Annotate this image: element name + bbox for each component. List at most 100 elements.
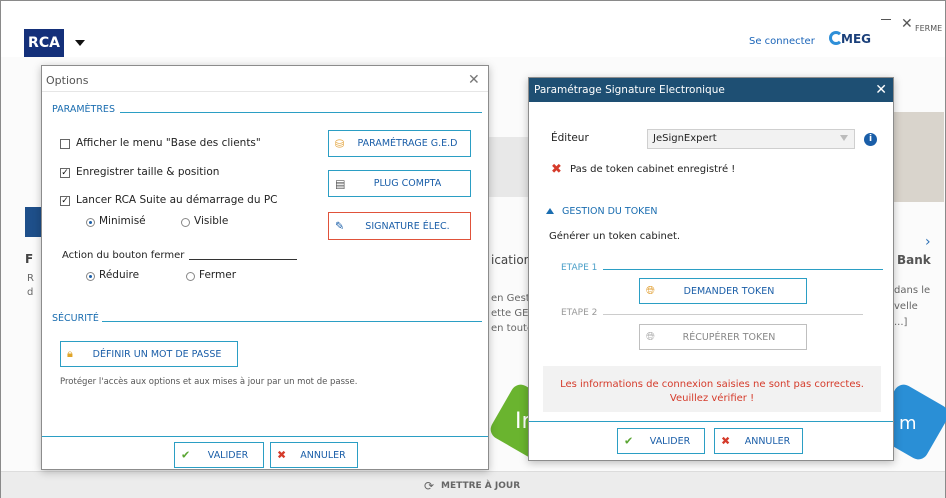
close-icon[interactable]: ✕ [875,82,887,98]
bg-heading-mid: ication [491,253,532,267]
close-icon: ✖ [721,434,731,448]
rca-logo[interactable]: RCA [24,29,64,57]
bg-hex-text: m [899,413,917,434]
editor-select[interactable]: JeSignExpert [647,129,855,149]
valider-button[interactable]: ✔ VALIDER [174,442,264,468]
button-label: RÉCUPÉRER TOKEN [682,331,776,343]
checkbox-label: Enregistrer taille & position [76,166,220,178]
error-message-box: Les informations de connexion saisies ne… [543,366,881,412]
step-2-label: ETAPE 2 [561,308,598,318]
bg-text-line: velle [894,301,918,312]
bg-image [894,112,944,202]
chevron-down-icon[interactable] [75,40,85,46]
bg-heading-right: Bank [897,253,931,267]
checkbox-label: Afficher le menu "Base des clients" [76,137,261,149]
editor-value: JeSignExpert [653,133,717,144]
check-icon: ✔ [181,448,191,462]
radio-label: Fermer [199,269,237,281]
action-label: Action du bouton fermer [62,250,185,261]
demander-token-button[interactable]: 🌐︎ DEMANDER TOKEN [639,278,807,304]
checkbox-lancer-demarrage[interactable]: ✓ [60,196,70,206]
action-divider [189,259,297,260]
meg-logo-text: MEG [841,32,871,46]
globe-lock-icon: 🌐︎ [646,330,655,343]
step-1-label: ETAPE 1 [561,263,598,273]
valider-button[interactable]: ✔ VALIDER [617,428,705,454]
step-divider [603,314,863,315]
radio-fermer[interactable] [186,272,195,281]
radio-reduire[interactable] [86,272,95,281]
recuperer-token-button[interactable]: 🌐︎ RÉCUPÉRER TOKEN [639,324,807,350]
section-divider [102,321,482,322]
update-button[interactable]: METTRE À JOUR [441,481,520,491]
step-divider [603,269,883,270]
bg-text-line: ...] [894,317,908,328]
checkbox-taille-position[interactable]: ✓ [60,168,70,178]
button-label: SIGNATURE ÉLEC. [365,220,450,232]
generate-token-label: Générer un token cabinet. [549,231,681,242]
define-password-button[interactable]: 🔒︎ DÉFINIR UN MOT DE PASSE [60,341,238,367]
error-message-line: Veuillez vérifier ! [669,393,755,404]
bg-text-line: en Gesti [491,293,533,304]
database-gear-icon: ⛁ [335,137,345,150]
section-parametres: PARAMÈTRES [52,104,115,115]
signature-document-icon: ✎ [335,219,345,233]
error-x-icon: ✖ [551,162,562,177]
section-divider [120,112,482,113]
no-token-message: Pas de token cabinet enregistré ! [570,164,736,175]
bg-letter: R [27,273,34,284]
button-label: PARAMÉTRAGE G.E.D [357,138,458,149]
bg-text-line: dans le [894,285,931,296]
button-label: ANNULER [300,449,346,461]
footer-divider [529,421,893,422]
radio-label: Visible [194,215,229,227]
chevron-right-icon[interactable]: › [925,234,931,250]
close-icon[interactable]: ✕ [468,73,480,87]
plug-compta-button[interactable]: ▤ PLUG COMPTA [328,170,471,197]
button-label: PLUG COMPTA [373,178,442,189]
connect-link[interactable]: Se connecter [749,36,815,47]
close-icon: ✖ [277,448,287,462]
button-label: ANNULER [744,435,791,447]
signature-elec-button[interactable]: ✎ SIGNATURE ÉLEC. [328,212,471,240]
radio-visible[interactable] [181,218,190,227]
close-label[interactable]: FERME [915,24,942,33]
close-icon[interactable]: ✕ [901,17,913,31]
password-hint: Protéger l'accès aux options et aux mise… [60,377,358,387]
annuler-button[interactable]: ✖ ANNULER [270,442,358,468]
section-securite: SÉCURITÉ [52,313,99,324]
bg-image [489,137,529,197]
info-icon[interactable]: i [864,133,877,146]
parametrage-ged-button[interactable]: ⛁ PARAMÉTRAGE G.E.D [328,130,471,157]
bg-heading-left: F [25,252,34,266]
refresh-icon[interactable]: ⟳ [424,479,434,493]
bg-text-line: en toute [491,323,534,334]
top-bar: RCA Se connecter MEG ✕ FERME [1,1,945,57]
options-title: Options [42,66,488,92]
token-section-toggle[interactable]: GESTION DU TOKEN [562,206,658,217]
triangle-up-icon[interactable] [546,208,554,214]
radio-label: Minimisé [99,215,146,227]
button-label: DEMANDER TOKEN [683,285,775,297]
document-list-icon: ▤ [335,177,346,190]
options-dialog: Options ✕ PARAMÈTRES Afficher le menu "B… [41,65,489,470]
bg-letter: d [27,287,34,298]
radio-minimise[interactable] [86,218,95,227]
signature-title: Paramétrage Signature Electronique [529,78,893,102]
annuler-button[interactable]: ✖ ANNULER [714,428,803,454]
footer-divider [42,436,488,437]
button-label: VALIDER [649,435,691,447]
button-label: DÉFINIR UN MOT DE PASSE [92,348,222,360]
lock-icon: 🔒︎ [67,347,73,360]
bg-text-line: ette GEI [491,308,532,319]
error-message-line: Les informations de connexion saisies ne… [560,379,864,390]
app-window: RCA Se connecter MEG ✕ FERME F R d icati… [0,0,946,498]
editor-label: Éditeur [551,132,589,144]
check-icon: ✔ [624,434,634,448]
chevron-down-icon [840,135,848,141]
signature-dialog: Paramétrage Signature Electronique ✕ Édi… [528,77,894,461]
globe-lock-icon: 🌐︎ [646,284,655,297]
minimize-icon[interactable] [881,19,891,20]
button-label: VALIDER [207,449,249,461]
checkbox-base-clients[interactable] [60,139,70,149]
